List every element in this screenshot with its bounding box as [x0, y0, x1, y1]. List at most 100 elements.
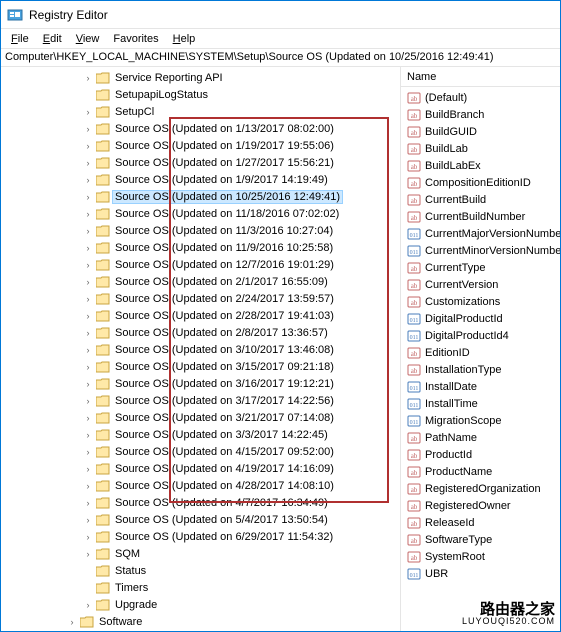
expand-toggle[interactable]: › — [81, 175, 95, 185]
expand-toggle[interactable]: › — [81, 413, 95, 423]
expand-toggle[interactable]: › — [81, 141, 95, 151]
address-bar[interactable]: Computer\HKEY_LOCAL_MACHINE\SYSTEM\Setup… — [1, 49, 560, 67]
tree-item[interactable]: ›WPA — [1, 630, 400, 631]
tree-item[interactable]: ›Source OS (Updated on 11/9/2016 10:25:5… — [1, 239, 400, 256]
value-item[interactable]: abSystemRoot — [401, 548, 560, 565]
expand-toggle[interactable]: › — [81, 73, 95, 83]
tree-item[interactable]: ›Source OS (Updated on 1/9/2017 14:19:49… — [1, 171, 400, 188]
menu-view[interactable]: View — [70, 31, 106, 47]
expand-toggle[interactable]: › — [81, 430, 95, 440]
value-item[interactable]: abCurrentBuildNumber — [401, 208, 560, 225]
tree-item[interactable]: ›Source OS (Updated on 4/15/2017 09:52:0… — [1, 443, 400, 460]
value-item[interactable]: 011CurrentMinorVersionNumber — [401, 242, 560, 259]
menu-favorites[interactable]: Favorites — [107, 31, 164, 47]
expand-toggle[interactable]: › — [81, 260, 95, 270]
expand-toggle[interactable]: › — [81, 226, 95, 236]
tree-item[interactable]: ›Source OS (Updated on 2/28/2017 19:41:0… — [1, 307, 400, 324]
menu-edit[interactable]: Edit — [37, 31, 68, 47]
expand-toggle[interactable]: › — [81, 345, 95, 355]
expand-toggle[interactable]: › — [81, 124, 95, 134]
tree-item[interactable]: ›Source OS (Updated on 4/7/2017 16:34:49… — [1, 494, 400, 511]
value-item[interactable]: 011DigitalProductId4 — [401, 327, 560, 344]
expand-toggle[interactable]: › — [81, 481, 95, 491]
expand-toggle[interactable]: › — [81, 311, 95, 321]
tree-item[interactable]: ›Source OS (Updated on 2/24/2017 13:59:5… — [1, 290, 400, 307]
value-item[interactable]: 011MigrationScope — [401, 412, 560, 429]
expand-toggle[interactable]: › — [81, 549, 95, 559]
menu-file[interactable]: File — [5, 31, 35, 47]
expand-toggle[interactable]: › — [81, 379, 95, 389]
tree-item[interactable]: Timers — [1, 579, 400, 596]
value-item[interactable]: ab(Default) — [401, 89, 560, 106]
expand-toggle[interactable]: › — [81, 396, 95, 406]
expand-toggle[interactable]: › — [81, 107, 95, 117]
value-item[interactable]: abRegisteredOrganization — [401, 480, 560, 497]
value-item[interactable]: abCurrentBuild — [401, 191, 560, 208]
expand-toggle[interactable]: › — [81, 277, 95, 287]
tree-item[interactable]: ›SetupCl — [1, 103, 400, 120]
tree-item[interactable]: ›Source OS (Updated on 3/17/2017 14:22:5… — [1, 392, 400, 409]
value-item[interactable]: abProductName — [401, 463, 560, 480]
value-item[interactable]: abEditionID — [401, 344, 560, 361]
tree-item[interactable]: ›Source OS (Updated on 3/21/2017 07:14:0… — [1, 409, 400, 426]
value-item[interactable]: 011InstallTime — [401, 395, 560, 412]
tree-item[interactable]: ›Upgrade — [1, 596, 400, 613]
value-item[interactable]: abBuildLabEx — [401, 157, 560, 174]
value-item[interactable]: abRegisteredOwner — [401, 497, 560, 514]
value-item[interactable]: abCurrentType — [401, 259, 560, 276]
tree-item[interactable]: ›Source OS (Updated on 12/7/2016 19:01:2… — [1, 256, 400, 273]
tree-item[interactable]: ›Source OS (Updated on 3/3/2017 14:22:45… — [1, 426, 400, 443]
expand-toggle[interactable]: › — [81, 498, 95, 508]
expand-toggle[interactable]: › — [81, 464, 95, 474]
expand-toggle[interactable]: › — [81, 158, 95, 168]
tree-item[interactable]: ›Source OS (Updated on 1/27/2017 15:56:2… — [1, 154, 400, 171]
value-item[interactable]: 011UBR — [401, 565, 560, 582]
menu-help[interactable]: Help — [167, 31, 202, 47]
expand-toggle[interactable]: › — [81, 328, 95, 338]
expand-toggle[interactable]: › — [65, 617, 79, 627]
tree-item[interactable]: Status — [1, 562, 400, 579]
expand-toggle[interactable]: › — [81, 192, 95, 202]
value-item[interactable]: abPathName — [401, 429, 560, 446]
value-item[interactable]: abBuildBranch — [401, 106, 560, 123]
value-item[interactable]: abBuildLab — [401, 140, 560, 157]
expand-toggle[interactable]: › — [81, 209, 95, 219]
value-item[interactable]: abSoftwareType — [401, 531, 560, 548]
tree-item[interactable]: ›Service Reporting API — [1, 69, 400, 86]
tree-item[interactable]: ›Source OS (Updated on 3/15/2017 09:21:1… — [1, 358, 400, 375]
value-item[interactable]: abBuildGUID — [401, 123, 560, 140]
tree-item[interactable]: ›Source OS (Updated on 6/29/2017 11:54:3… — [1, 528, 400, 545]
value-item[interactable]: abReleaseId — [401, 514, 560, 531]
expand-toggle[interactable]: › — [81, 362, 95, 372]
tree-item[interactable]: ›Source OS (Updated on 2/8/2017 13:36:57… — [1, 324, 400, 341]
tree-item[interactable]: ›Source OS (Updated on 11/18/2016 07:02:… — [1, 205, 400, 222]
tree-pane[interactable]: ›Service Reporting APISetupapiLogStatus›… — [1, 67, 401, 631]
tree-item[interactable]: ›Source OS (Updated on 1/13/2017 08:02:0… — [1, 120, 400, 137]
value-item[interactable]: 011InstallDate — [401, 378, 560, 395]
expand-toggle[interactable]: › — [81, 532, 95, 542]
tree-item[interactable]: ›Source OS (Updated on 1/19/2017 19:55:0… — [1, 137, 400, 154]
value-item[interactable]: abInstallationType — [401, 361, 560, 378]
value-item[interactable]: abCompositionEditionID — [401, 174, 560, 191]
tree-item[interactable]: ›Source OS (Updated on 3/16/2017 19:12:2… — [1, 375, 400, 392]
expand-toggle[interactable]: › — [81, 515, 95, 525]
tree-item[interactable]: ›Source OS (Updated on 11/3/2016 10:27:0… — [1, 222, 400, 239]
tree-item[interactable]: ›Source OS (Updated on 4/19/2017 14:16:0… — [1, 460, 400, 477]
value-item[interactable]: 011CurrentMajorVersionNumber — [401, 225, 560, 242]
expand-toggle[interactable]: › — [81, 294, 95, 304]
expand-toggle[interactable]: › — [81, 447, 95, 457]
tree-item[interactable]: ›Source OS (Updated on 5/4/2017 13:50:54… — [1, 511, 400, 528]
tree-item[interactable]: ›Source OS (Updated on 2/1/2017 16:55:09… — [1, 273, 400, 290]
tree-item[interactable]: ›SQM — [1, 545, 400, 562]
tree-item[interactable]: ›Source OS (Updated on 3/10/2017 13:46:0… — [1, 341, 400, 358]
value-item[interactable]: abCurrentVersion — [401, 276, 560, 293]
expand-toggle[interactable]: › — [81, 243, 95, 253]
expand-toggle[interactable]: › — [81, 600, 95, 610]
value-pane[interactable]: Name ab(Default)abBuildBranchabBuildGUID… — [401, 67, 560, 631]
tree-item[interactable]: ›Software — [1, 613, 400, 630]
tree-item[interactable]: ›Source OS (Updated on 10/25/2016 12:49:… — [1, 188, 400, 205]
tree-item[interactable]: ›Source OS (Updated on 4/28/2017 14:08:1… — [1, 477, 400, 494]
value-item[interactable]: 011DigitalProductId — [401, 310, 560, 327]
column-header-name[interactable]: Name — [401, 67, 560, 87]
value-item[interactable]: abProductId — [401, 446, 560, 463]
